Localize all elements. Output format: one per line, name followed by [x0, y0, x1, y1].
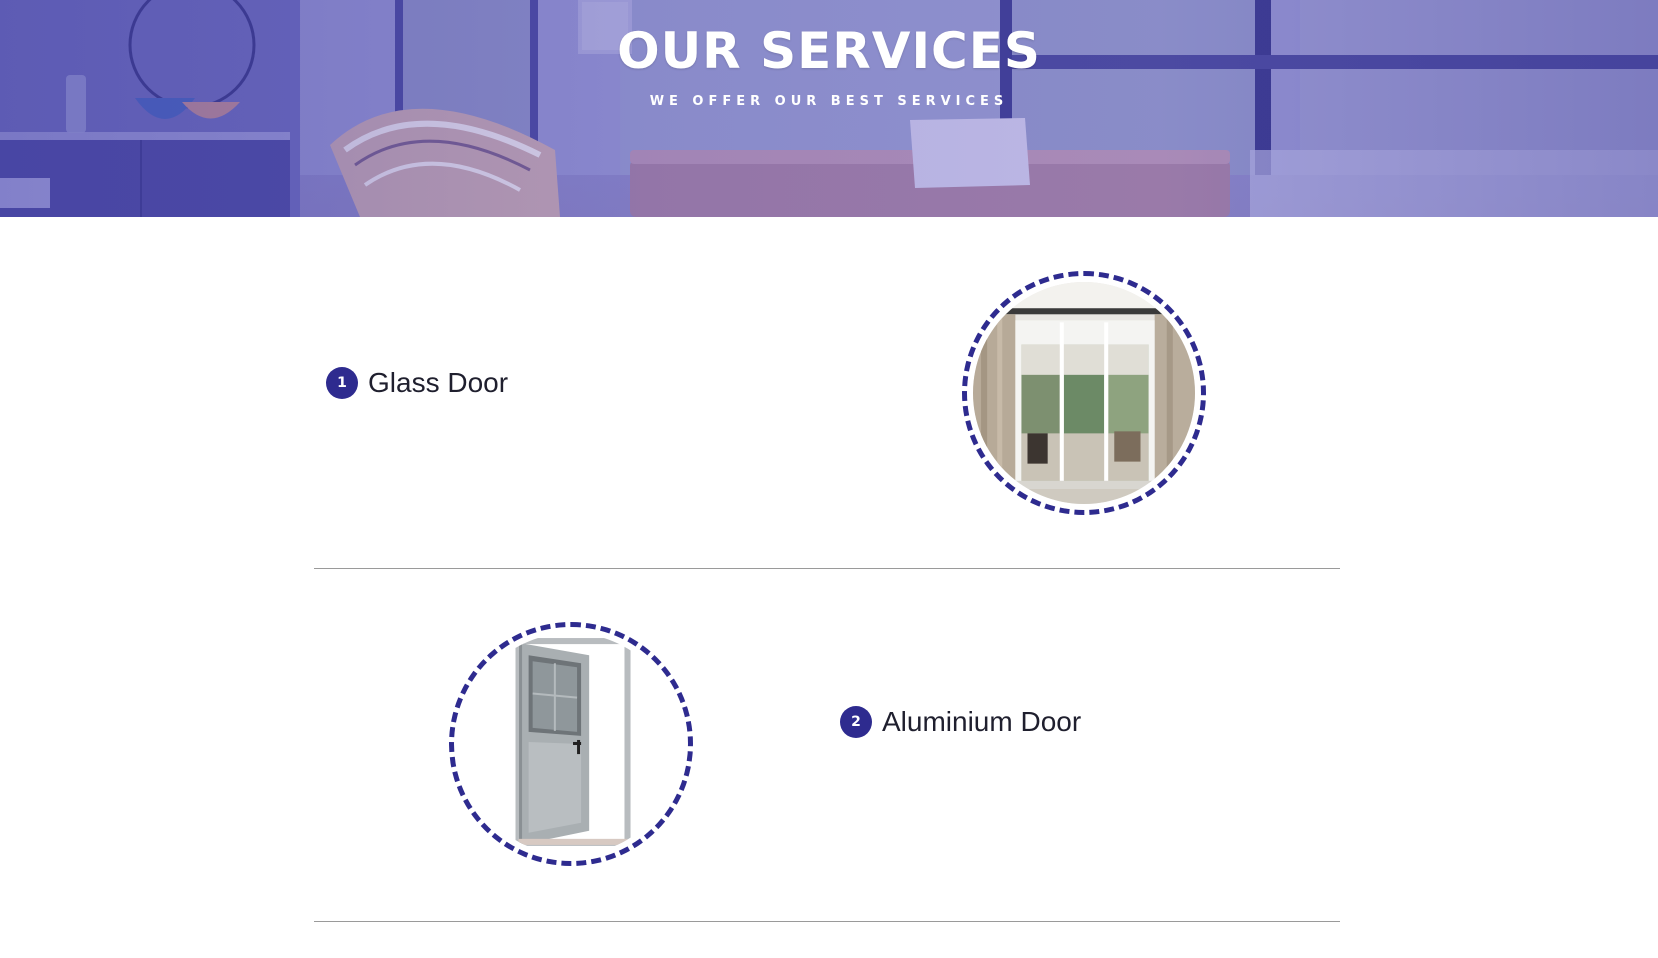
- service-heading: 2 Aluminium Door: [840, 706, 1081, 738]
- sliding-glass-door-photo: [973, 282, 1195, 504]
- service-image-frame: [449, 622, 693, 866]
- service-title: Glass Door: [368, 367, 509, 398]
- hero-banner: OUR SERVICES WE OFFER OUR BEST SERVICES: [0, 0, 1658, 217]
- service-heading: 1 Glass Door: [326, 367, 508, 399]
- number-badge: 1: [326, 367, 358, 399]
- service-item-glass-door: 1 Glass Door: [314, 217, 1340, 569]
- service-image-frame: [962, 271, 1206, 515]
- page-title: OUR SERVICES: [617, 22, 1041, 80]
- number-badge: 2: [840, 706, 872, 738]
- service-item-aluminium-door: 2 Aluminium Door: [314, 570, 1340, 922]
- service-title: Aluminium Door: [882, 706, 1082, 737]
- aluminium-door-photo: [460, 633, 682, 855]
- section-divider: [314, 921, 1340, 922]
- page-subtitle: WE OFFER OUR BEST SERVICES: [649, 94, 1009, 109]
- section-divider: [314, 568, 1340, 569]
